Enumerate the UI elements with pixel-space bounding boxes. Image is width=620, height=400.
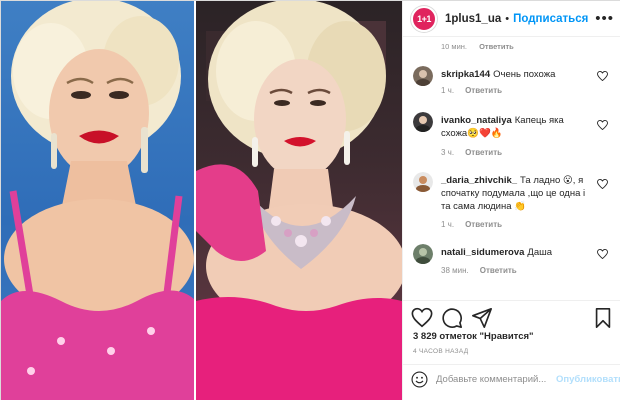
comment-content: Даша <box>527 247 553 258</box>
instagram-post: 1+1 1plus1_ua • Подписаться ••• 10 мин. … <box>0 0 620 400</box>
share-send-icon[interactable] <box>471 307 493 329</box>
commenter-username[interactable]: skripka144 <box>441 69 490 80</box>
comment-time: 10 мин. <box>441 42 467 51</box>
post-header: 1+1 1plus1_ua • Подписаться ••• <box>403 1 620 37</box>
comment-time: 38 мин. <box>441 266 469 275</box>
like-comment-heart-icon[interactable] <box>597 71 608 81</box>
header-separator: • <box>505 12 510 25</box>
post-timestamp: 4 ЧАСОВ НАЗАД <box>413 348 469 355</box>
comment-time: 1 ч. <box>441 86 455 95</box>
reply-link[interactable]: Ответить <box>465 86 502 95</box>
portrait-illustration-left <box>1 1 194 400</box>
like-comment-heart-icon[interactable] <box>597 249 608 259</box>
like-heart-icon[interactable] <box>411 307 433 329</box>
comment-meta: 1 ч. Ответить <box>441 86 513 95</box>
likes-count[interactable]: 3 829 отметок "Нравится" <box>413 331 534 342</box>
commenter-avatar[interactable] <box>413 244 433 264</box>
follow-button[interactable]: Подписаться <box>513 13 588 25</box>
commenter-avatar[interactable] <box>413 66 433 86</box>
comment-meta: 3 ч. Ответить <box>441 148 513 157</box>
like-comment-heart-icon[interactable] <box>597 179 608 189</box>
commenter-username[interactable]: _daria_zhivchik_ <box>441 175 517 186</box>
more-horizontal-icon[interactable]: ••• <box>595 10 614 27</box>
save-bookmark-icon[interactable] <box>592 307 614 329</box>
commenter-username[interactable]: ivanko_nataliya <box>441 115 512 126</box>
commenter-username[interactable]: natali_sidumerova <box>441 247 524 258</box>
comment-content: Очень похожа <box>493 69 556 80</box>
comment-text: natali_sidumerova Даша <box>441 246 591 259</box>
reply-link[interactable]: Ответить <box>479 42 514 51</box>
comment-time: 1 ч. <box>441 220 455 229</box>
comment-meta: 38 мин. Ответить <box>441 266 528 275</box>
comment-input[interactable] <box>436 373 556 385</box>
comment-time: 3 ч. <box>441 148 455 157</box>
add-comment-bar: Опубликовать <box>403 364 620 393</box>
clipped-comment-meta: 10 мин. Ответить <box>441 42 524 51</box>
photo-marilyn-original <box>1 1 194 400</box>
photo-lookalike <box>196 1 402 400</box>
emoji-icon[interactable] <box>411 370 428 388</box>
author-username[interactable]: 1plus1_ua <box>445 13 501 25</box>
reply-link[interactable]: Ответить <box>480 266 517 275</box>
post-actions: 3 829 отметок "Нравится" 4 ЧАСОВ НАЗАД О… <box>403 300 620 392</box>
commenter-avatar[interactable] <box>413 172 433 192</box>
portrait-illustration-right <box>196 1 402 400</box>
reply-link[interactable]: Ответить <box>465 220 502 229</box>
author-avatar[interactable]: 1+1 <box>411 5 437 32</box>
action-icon-row <box>411 307 614 331</box>
comment-text: ivanko_nataliya Капець яка схожа🥺❤️🔥 <box>441 114 591 140</box>
post-side-panel: 1+1 1plus1_ua • Подписаться ••• 10 мин. … <box>402 1 620 400</box>
comment-text: skripka144 Очень похожа <box>441 68 591 81</box>
comment-meta: 1 ч. Ответить <box>441 220 513 229</box>
commenter-avatar[interactable] <box>413 112 433 132</box>
post-media[interactable] <box>1 1 402 400</box>
comment-icon[interactable] <box>441 307 463 329</box>
publish-button[interactable]: Опубликовать <box>556 374 620 385</box>
comments-list[interactable]: 10 мин. Ответить skripka144 Очень похожа … <box>403 38 620 300</box>
like-comment-heart-icon[interactable] <box>597 120 608 130</box>
reply-link[interactable]: Ответить <box>465 148 502 157</box>
comment-text: _daria_zhivchik_ Та ладно 😮, я спочатку п… <box>441 174 591 213</box>
